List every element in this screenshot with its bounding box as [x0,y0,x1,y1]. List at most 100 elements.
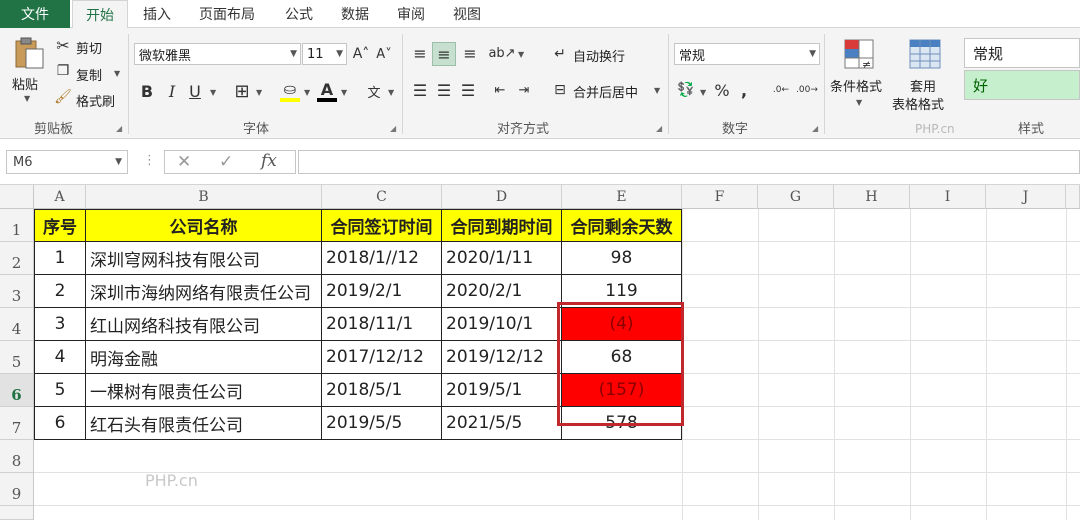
col-header-b[interactable]: B [86,185,322,209]
row-header-6[interactable]: 6 [0,374,34,407]
cell-company[interactable]: 一棵树有限责任公司 [86,374,322,407]
currency-icon[interactable]: 💱 [676,80,696,100]
col-header-e[interactable]: E [562,185,682,209]
cut-button[interactable]: 剪切 [76,38,102,57]
col-header-k[interactable] [1066,185,1080,209]
copy-button[interactable]: 复制 [76,65,102,84]
insert-function-button[interactable]: fx [261,151,277,171]
increase-indent-icon[interactable]: ⇥ [514,80,534,100]
cell-sign-date[interactable]: 2018/1//12 [322,242,442,275]
number-format-select[interactable]: 常规 ▼ [674,43,820,65]
row-header-8[interactable]: 8 [0,440,34,473]
font-size-select[interactable]: 11 ▼ [302,43,347,65]
row-header-4[interactable]: 4 [0,308,34,341]
cell-index[interactable]: 3 [35,308,86,341]
orientation-icon[interactable]: ab↗ [488,44,515,62]
cell-sign-date[interactable]: 2018/11/1 [322,308,442,341]
increase-decimal-icon[interactable]: .0← [770,80,792,100]
col-header-c[interactable]: C [322,185,442,209]
header-cell-company[interactable]: 公司名称 [86,210,322,242]
phonetic-dropdown-icon[interactable]: ▼ [388,88,394,97]
col-header-i[interactable]: I [910,185,986,209]
align-right-icon[interactable]: ☰ [458,80,478,100]
paste-button[interactable]: 粘贴 ▼ [8,36,48,106]
header-cell-expire-date[interactable]: 合同到期时间 [442,210,562,242]
row-header-10[interactable] [0,506,34,520]
fill-dropdown-icon[interactable]: ▼ [304,88,310,97]
cell-sign-date[interactable]: 2017/12/12 [322,341,442,374]
tab-page-layout[interactable]: 页面布局 [199,0,255,28]
cell-index[interactable]: 5 [35,374,86,407]
border-dropdown-icon[interactable]: ▼ [256,88,262,97]
align-bottom-icon[interactable]: ≡ [460,44,480,63]
col-header-d[interactable]: D [442,185,562,209]
file-tab[interactable]: 文件 [0,0,70,28]
cell-remaining-days[interactable]: 98 [562,242,682,275]
cell-company[interactable]: 明海金融 [86,341,322,374]
cell-expire-date[interactable]: 2019/12/12 [442,341,562,374]
font-color-dropdown-icon[interactable]: ▼ [341,88,347,97]
cell-company[interactable]: 深圳穹网科技有限公司 [86,242,322,275]
border-icon[interactable]: ⊞ [232,80,252,102]
tab-formulas[interactable]: 公式 [285,0,313,28]
style-normal[interactable]: 常规 [964,38,1080,68]
col-header-f[interactable]: F [682,185,758,209]
font-color-button[interactable]: A [317,80,337,104]
phonetic-icon[interactable]: 文 [364,80,384,102]
fill-color-button[interactable]: ⛀ [280,80,300,104]
currency-dropdown-icon[interactable]: ▼ [700,88,706,97]
alignment-launcher-icon[interactable]: ◢ [656,124,662,133]
row-header-2[interactable]: 2 [0,242,34,275]
decrease-indent-icon[interactable]: ⇤ [490,80,510,100]
conditional-format-button[interactable]: ≠ 条件格式 ▼ [828,36,890,112]
align-left-icon[interactable]: ☰ [410,80,430,100]
cell-sign-date[interactable]: 2019/2/1 [322,275,442,308]
cell-expire-date[interactable]: 2019/10/1 [442,308,562,341]
format-painter-button[interactable]: 格式刷 [76,91,115,110]
col-header-g[interactable]: G [758,185,834,209]
cell-company[interactable]: 红山网络科技有限公司 [86,308,322,341]
cell-expire-date[interactable]: 2020/1/11 [442,242,562,275]
paste-dropdown-icon[interactable]: ▼ [24,94,30,103]
enter-icon[interactable]: ✓ [219,152,233,172]
decrease-decimal-icon[interactable]: .00→ [796,80,818,100]
header-cell-remaining-days[interactable]: 合同剩余天数 [562,210,682,242]
cell-expire-date[interactable]: 2019/5/1 [442,374,562,407]
col-header-h[interactable]: H [834,185,910,209]
tab-review[interactable]: 审阅 [397,0,425,28]
decrease-font-icon[interactable]: A˅ [375,45,393,63]
cell-company[interactable]: 红石头有限责任公司 [86,407,322,440]
row-header-7[interactable]: 7 [0,407,34,440]
row-header-5[interactable]: 5 [0,341,34,374]
copy-dropdown-icon[interactable]: ▼ [114,69,120,78]
tab-data[interactable]: 数据 [341,0,369,28]
cell-expire-date[interactable]: 2021/5/5 [442,407,562,440]
italic-button[interactable]: I [163,80,181,102]
number-launcher-icon[interactable]: ◢ [812,124,818,133]
style-good[interactable]: 好 [964,70,1080,100]
cell-sign-date[interactable]: 2018/5/1 [322,374,442,407]
cancel-icon[interactable]: ✕ [177,152,191,172]
tab-insert[interactable]: 插入 [143,0,171,28]
cell-index[interactable]: 4 [35,341,86,374]
cell-index[interactable]: 6 [35,407,86,440]
wrap-text-button[interactable]: 自动换行 [573,46,625,65]
cell-index[interactable]: 2 [35,275,86,308]
align-middle-icon[interactable]: ≡ [432,42,456,66]
bold-button[interactable]: B [138,80,156,102]
font-name-select[interactable]: 微软雅黑 ▼ [134,43,301,65]
comma-button[interactable]: , [738,80,750,100]
format-as-table-button[interactable]: 套用 表格格式 [892,36,960,113]
underline-button[interactable]: U [186,80,204,102]
tab-home[interactable]: 开始 [72,0,128,29]
formula-input[interactable] [298,150,1080,174]
percent-button[interactable]: % [714,80,730,100]
cell-index[interactable]: 1 [35,242,86,275]
merge-dropdown-icon[interactable]: ▼ [654,86,660,95]
orientation-dropdown-icon[interactable]: ▼ [518,50,524,59]
row-header-3[interactable]: 3 [0,275,34,308]
underline-dropdown-icon[interactable]: ▼ [210,88,216,97]
cell-expire-date[interactable]: 2020/2/1 [442,275,562,308]
row-header-1[interactable]: 1 [0,209,34,242]
header-cell-sign-date[interactable]: 合同签订时间 [322,210,442,242]
